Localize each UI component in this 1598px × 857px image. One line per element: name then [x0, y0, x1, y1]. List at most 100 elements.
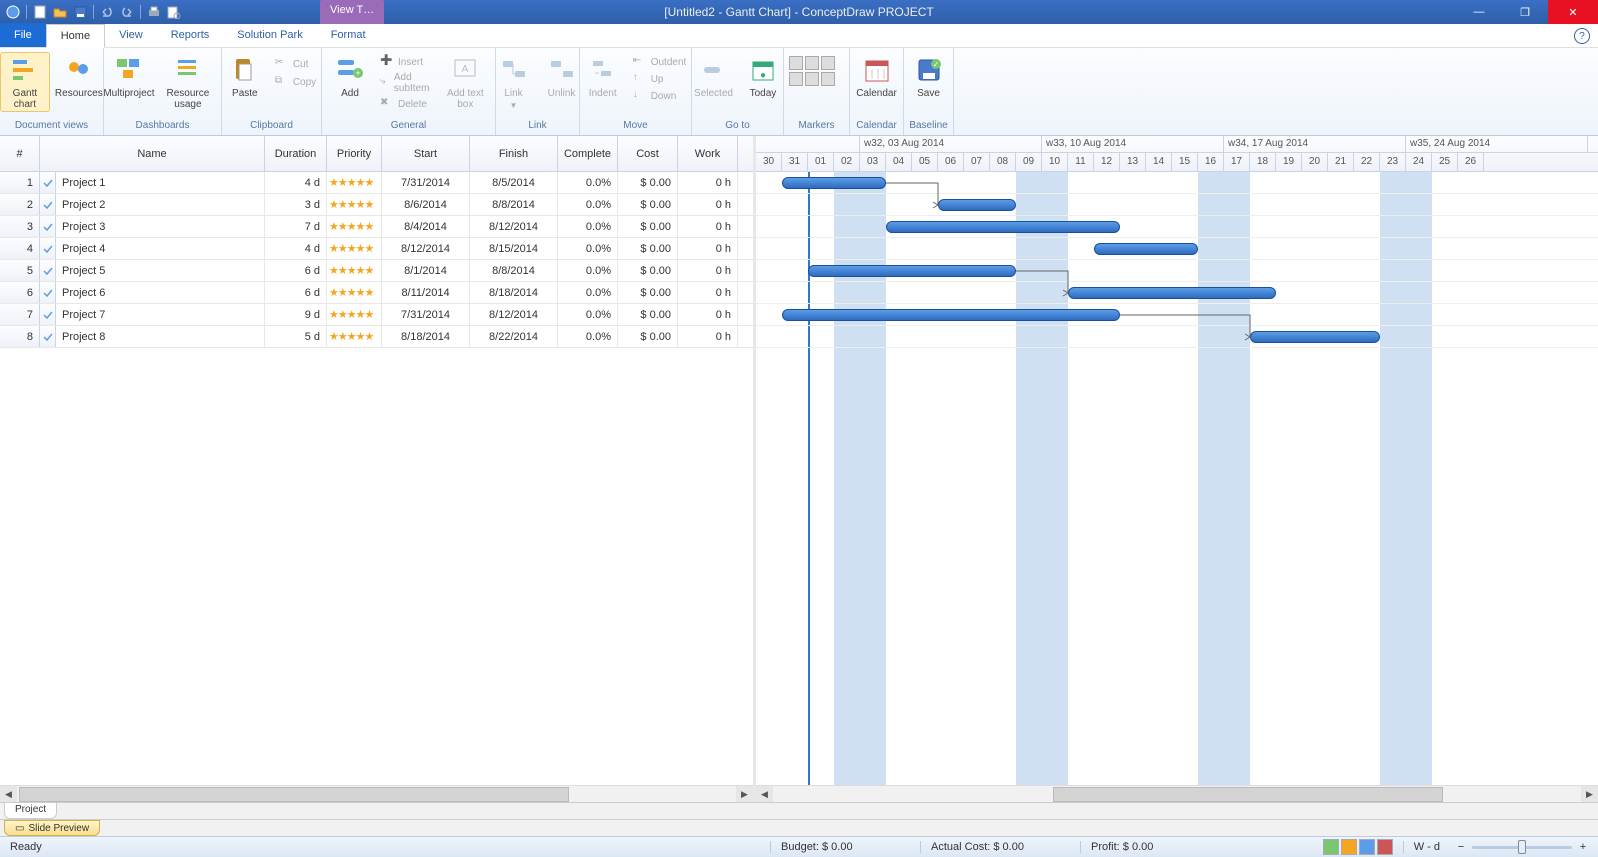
marker-3[interactable]: [821, 56, 835, 70]
col-duration[interactable]: Duration: [265, 136, 327, 171]
priority-cell[interactable]: ★★★★★: [327, 282, 382, 303]
row-number[interactable]: 4: [0, 238, 40, 259]
task-name[interactable]: Project 4: [56, 238, 265, 259]
marker-5[interactable]: [805, 72, 819, 86]
complete-cell[interactable]: 0.0%: [558, 260, 618, 281]
down-button[interactable]: ↓Down: [629, 88, 691, 104]
work-cell[interactable]: 0 h: [678, 194, 738, 215]
row-number[interactable]: 3: [0, 216, 40, 237]
finish-cell[interactable]: 8/18/2014: [470, 282, 558, 303]
priority-cell[interactable]: ★★★★★: [327, 304, 382, 325]
slide-preview-button[interactable]: ▭Slide Preview: [4, 820, 100, 836]
unlink-button[interactable]: Unlink: [540, 52, 584, 101]
work-cell[interactable]: 0 h: [678, 216, 738, 237]
priority-cell[interactable]: ★★★★★: [327, 172, 382, 193]
work-cell[interactable]: 0 h: [678, 282, 738, 303]
redo-icon[interactable]: [120, 5, 134, 19]
gantt-bar[interactable]: [1094, 243, 1198, 255]
priority-cell[interactable]: ★★★★★: [327, 216, 382, 237]
complete-cell[interactable]: 0.0%: [558, 172, 618, 193]
row-number[interactable]: 2: [0, 194, 40, 215]
print-icon[interactable]: [147, 5, 161, 19]
finish-cell[interactable]: 8/8/2014: [470, 194, 558, 215]
zoom-in-button[interactable]: +: [1576, 841, 1590, 853]
start-cell[interactable]: 8/11/2014: [382, 282, 470, 303]
col-name[interactable]: Name: [40, 136, 265, 171]
duration-cell[interactable]: 6 d: [265, 260, 327, 281]
tab-view[interactable]: View: [105, 23, 157, 47]
col-start[interactable]: Start: [382, 136, 470, 171]
view-icon-4[interactable]: [1377, 839, 1393, 855]
resources-button[interactable]: Resources: [54, 52, 103, 101]
work-cell[interactable]: 0 h: [678, 172, 738, 193]
complete-cell[interactable]: 0.0%: [558, 216, 618, 237]
cost-cell[interactable]: $ 0.00: [618, 172, 678, 193]
duration-cell[interactable]: 7 d: [265, 216, 327, 237]
view-icon-2[interactable]: [1341, 839, 1357, 855]
work-cell[interactable]: 0 h: [678, 326, 738, 347]
copy-button[interactable]: ⧉Copy: [271, 74, 320, 90]
task-name[interactable]: Project 5: [56, 260, 265, 281]
gantt-bar[interactable]: [808, 265, 1016, 277]
work-cell[interactable]: 0 h: [678, 238, 738, 259]
start-cell[interactable]: 8/12/2014: [382, 238, 470, 259]
cost-cell[interactable]: $ 0.00: [618, 260, 678, 281]
project-tab[interactable]: Project: [4, 803, 57, 819]
col-work[interactable]: Work: [678, 136, 738, 171]
insert-button[interactable]: ➕Insert: [376, 54, 438, 70]
col-priority[interactable]: Priority: [327, 136, 382, 171]
tab-home[interactable]: Home: [46, 24, 105, 48]
col-number[interactable]: #: [0, 136, 40, 171]
file-tab[interactable]: File: [0, 23, 46, 47]
add-subitem-button[interactable]: ⤷Add subItem: [376, 71, 438, 95]
work-cell[interactable]: 0 h: [678, 260, 738, 281]
gantt-bar[interactable]: [1068, 287, 1276, 299]
zoom-slider[interactable]: [1472, 846, 1572, 849]
col-complete[interactable]: Complete: [558, 136, 618, 171]
finish-cell[interactable]: 8/12/2014: [470, 304, 558, 325]
start-cell[interactable]: 8/18/2014: [382, 326, 470, 347]
start-cell[interactable]: 8/6/2014: [382, 194, 470, 215]
gantt-bar[interactable]: [886, 221, 1120, 233]
start-cell[interactable]: 7/31/2014: [382, 172, 470, 193]
priority-cell[interactable]: ★★★★★: [327, 194, 382, 215]
gantt-chart-button[interactable]: Gantt chart: [0, 52, 50, 112]
priority-cell[interactable]: ★★★★★: [327, 238, 382, 259]
finish-cell[interactable]: 8/22/2014: [470, 326, 558, 347]
row-number[interactable]: 1: [0, 172, 40, 193]
task-name[interactable]: Project 1: [56, 172, 265, 193]
save-icon[interactable]: [73, 5, 87, 19]
task-name[interactable]: Project 6: [56, 282, 265, 303]
cost-cell[interactable]: $ 0.00: [618, 216, 678, 237]
table-row[interactable]: 4Project 44 d★★★★★8/12/20148/15/20140.0%…: [0, 238, 753, 260]
gantt-hscroll[interactable]: ◀▶: [756, 785, 1598, 802]
tab-format[interactable]: Format: [317, 23, 380, 47]
view-icon-3[interactable]: [1359, 839, 1375, 855]
row-number[interactable]: 6: [0, 282, 40, 303]
finish-cell[interactable]: 8/5/2014: [470, 172, 558, 193]
app-icon[interactable]: [6, 5, 20, 19]
today-button[interactable]: ● Today: [741, 52, 785, 101]
marker-4[interactable]: [789, 72, 803, 86]
cost-cell[interactable]: $ 0.00: [618, 238, 678, 259]
complete-cell[interactable]: 0.0%: [558, 194, 618, 215]
marker-6[interactable]: [821, 72, 835, 86]
col-finish[interactable]: Finish: [470, 136, 558, 171]
table-row[interactable]: 3Project 37 d★★★★★8/4/20148/12/20140.0%$…: [0, 216, 753, 238]
complete-cell[interactable]: 0.0%: [558, 282, 618, 303]
complete-cell[interactable]: 0.0%: [558, 238, 618, 259]
multiproject-button[interactable]: Multiproject: [106, 52, 153, 101]
duration-cell[interactable]: 5 d: [265, 326, 327, 347]
gantt-bar[interactable]: [938, 199, 1016, 211]
gantt-bar[interactable]: [1250, 331, 1380, 343]
row-number[interactable]: 5: [0, 260, 40, 281]
row-number[interactable]: 7: [0, 304, 40, 325]
row-number[interactable]: 8: [0, 326, 40, 347]
zoom-out-button[interactable]: −: [1454, 841, 1468, 853]
grid-hscroll[interactable]: ◀▶: [0, 785, 753, 802]
table-row[interactable]: 8Project 85 d★★★★★8/18/20148/22/20140.0%…: [0, 326, 753, 348]
tab-solution-park[interactable]: Solution Park: [223, 23, 316, 47]
up-button[interactable]: ↑Up: [629, 71, 691, 87]
table-row[interactable]: 5Project 56 d★★★★★8/1/20148/8/20140.0%$ …: [0, 260, 753, 282]
cost-cell[interactable]: $ 0.00: [618, 282, 678, 303]
